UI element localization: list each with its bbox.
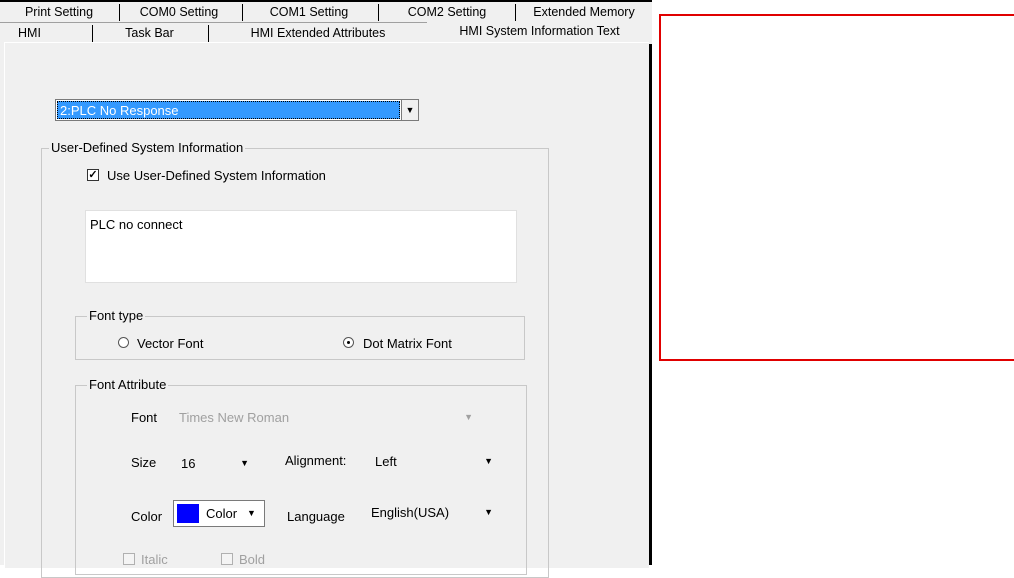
vector-font-label: Vector Font — [137, 336, 204, 351]
size-select[interactable]: 16 ▼ — [175, 451, 265, 473]
tab-row-1: Print Setting COM0 Setting COM1 Setting … — [0, 2, 652, 23]
tab-extended-memory[interactable]: Extended Memory — [516, 2, 652, 22]
tab-com1-setting[interactable]: COM1 Setting — [243, 2, 375, 22]
system-info-textbox[interactable]: PLC no connect — [85, 210, 517, 283]
tab-hmi-system-information-text[interactable]: HMI System Information Text — [427, 21, 652, 44]
settings-dialog: Print Setting COM0 Setting COM1 Setting … — [0, 0, 652, 578]
vector-font-radio[interactable] — [118, 337, 129, 348]
bold-checkbox[interactable] — [221, 553, 233, 565]
use-user-defined-label: Use User-Defined System Information — [107, 168, 326, 183]
language-select[interactable]: English(USA) ▼ — [369, 501, 499, 523]
tab-task-bar[interactable]: Task Bar — [93, 23, 206, 43]
tab-print-setting[interactable]: Print Setting — [0, 2, 118, 22]
color-picker-button[interactable]: Color ▼ — [173, 500, 265, 527]
size-label: Size — [131, 455, 157, 470]
alignment-select[interactable]: Left ▼ — [371, 450, 499, 472]
color-button-label: Color — [206, 506, 238, 521]
font-label: Font — [131, 410, 158, 425]
tab-com0-setting[interactable]: COM0 Setting — [120, 2, 238, 22]
color-swatch — [177, 504, 199, 523]
system-info-text: PLC no connect — [90, 217, 183, 232]
font-attribute-group-title: Font Attribute — [87, 377, 169, 392]
font-select: Times New Roman ▼ — [171, 406, 479, 428]
message-select-value: 2:PLC No Response — [57, 101, 400, 119]
dot-matrix-font-label: Dot Matrix Font — [363, 336, 452, 351]
language-label: Language — [287, 509, 345, 524]
chevron-down-icon: ▼ — [247, 508, 256, 518]
tab-hmi[interactable]: HMI — [0, 23, 90, 43]
user-defined-group-title: User-Defined System Information — [49, 140, 246, 155]
tab-com2-setting[interactable]: COM2 Setting — [379, 2, 515, 22]
chevron-down-icon[interactable]: ▼ — [484, 507, 493, 517]
tab-hmi-extended-attributes[interactable]: HMI Extended Attributes — [209, 23, 427, 43]
chevron-down-icon[interactable]: ▼ — [484, 456, 493, 466]
chevron-down-icon[interactable]: ▼ — [401, 100, 418, 120]
use-user-defined-checkbox[interactable]: ✓ — [87, 169, 99, 181]
language-select-value: English(USA) — [371, 505, 450, 520]
alignment-select-value: Left — [375, 454, 397, 469]
tab-row-2: HMI Task Bar HMI Extended Attributes HMI… — [0, 21, 652, 44]
message-select[interactable]: 2:PLC No Response ▼ — [55, 99, 419, 121]
chevron-down-icon[interactable]: ▼ — [240, 458, 249, 468]
font-type-group-title: Font type — [87, 308, 146, 323]
color-label: Color — [131, 509, 163, 524]
alignment-label: Alignment: — [285, 453, 347, 468]
italic-checkbox[interactable] — [123, 553, 135, 565]
dot-matrix-font-radio[interactable] — [343, 337, 354, 348]
highlight-box — [659, 14, 1014, 361]
font-select-value: Times New Roman — [179, 410, 290, 425]
size-select-value: 16 — [181, 456, 196, 471]
tab-panel: 2:PLC No Response ▼ User-Defined System … — [4, 42, 649, 578]
chevron-down-icon: ▼ — [464, 412, 473, 422]
